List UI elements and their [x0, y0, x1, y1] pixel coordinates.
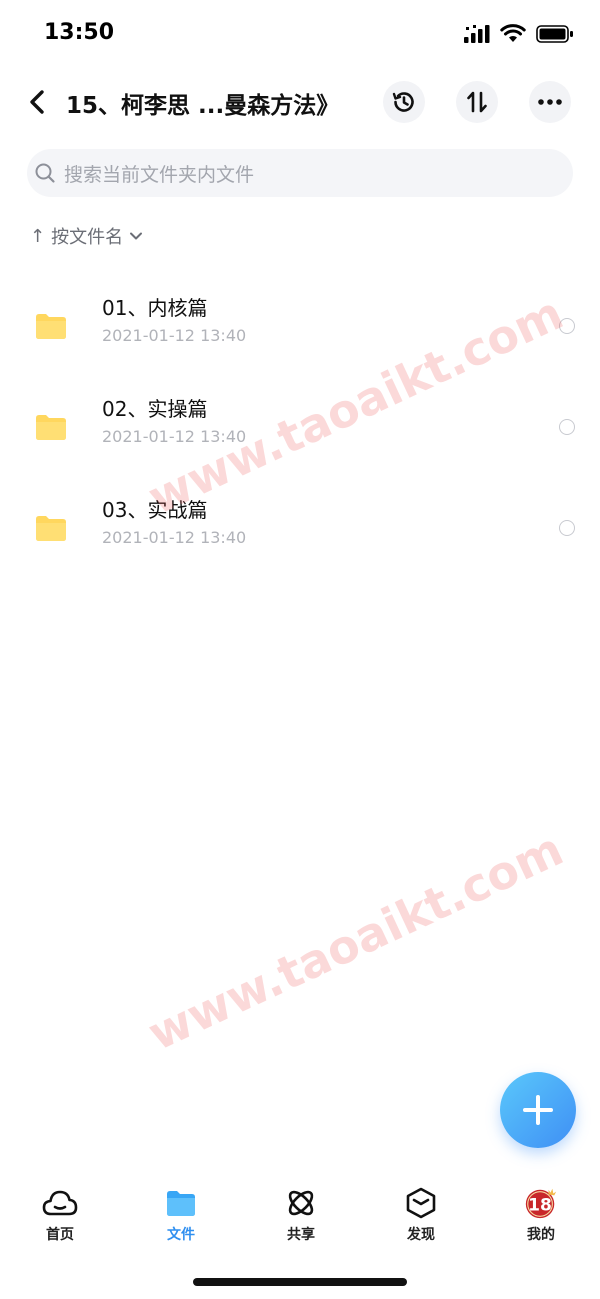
- cellular-signal-icon: [464, 25, 490, 43]
- page-title: 15、柯李思 ...曼森方法》: [66, 93, 340, 119]
- history-icon: [392, 92, 414, 112]
- nav-item-home[interactable]: 首页: [20, 1186, 100, 1250]
- select-checkbox[interactable]: [559, 318, 575, 334]
- search-input[interactable]: 搜索当前文件夹内文件: [27, 149, 573, 197]
- list-item[interactable]: 01、内核篇 2021-01-12 13:40: [0, 280, 600, 370]
- nav-label: 文件: [167, 1227, 195, 1243]
- file-date: 2021-01-12 13:40: [102, 427, 247, 446]
- nav-label: 发现: [407, 1227, 435, 1243]
- nav-label: 首页: [46, 1227, 74, 1243]
- battery-icon: [536, 25, 573, 43]
- file-date: 2021-01-12 13:40: [102, 326, 247, 345]
- chevron-down-icon: [130, 232, 143, 240]
- status-icons: [464, 24, 574, 44]
- nav-label: 共享: [287, 1227, 315, 1243]
- avatar-text: 18: [528, 1196, 552, 1216]
- folder-icon: [36, 516, 66, 541]
- folder-icon: [36, 314, 66, 339]
- nav-item-me[interactable]: 18 我的: [501, 1186, 581, 1250]
- search-placeholder: 搜索当前文件夹内文件: [64, 163, 255, 186]
- add-button[interactable]: [500, 1072, 576, 1148]
- file-name: 01、内核篇: [102, 296, 208, 320]
- wifi-icon: [500, 24, 526, 42]
- folder-icon: [163, 1186, 199, 1220]
- search-icon: [32, 160, 58, 186]
- chevron-left-icon: [30, 90, 44, 114]
- sort-arrows-icon: [467, 91, 487, 113]
- nav-item-share[interactable]: 共享: [261, 1186, 341, 1250]
- file-name: 03、实战篇: [102, 498, 208, 522]
- history-button[interactable]: [383, 81, 425, 123]
- folder-icon: [36, 415, 66, 440]
- file-name: 02、实操篇: [102, 397, 208, 421]
- watermark: www.taoaikt.com: [140, 821, 571, 1061]
- sort-toggle-button[interactable]: [456, 81, 498, 123]
- sort-direction-icon: ↑: [30, 225, 46, 247]
- home-indicator[interactable]: [193, 1278, 407, 1286]
- more-horizontal-icon: [538, 99, 562, 105]
- bottom-nav: 首页 文件 共享 发现 18 我的: [0, 1178, 600, 1258]
- cloud-face-icon: [42, 1186, 78, 1220]
- avatar: 18: [523, 1186, 559, 1220]
- nav-label: 我的: [527, 1227, 555, 1243]
- select-checkbox[interactable]: [559, 419, 575, 435]
- nav-item-files[interactable]: 文件: [141, 1186, 221, 1250]
- sort-label: 按文件名: [51, 227, 124, 248]
- cube-icon: [403, 1186, 439, 1220]
- file-date: 2021-01-12 13:40: [102, 528, 247, 547]
- status-bar: 13:50: [0, 0, 600, 72]
- plus-icon: [523, 1095, 553, 1125]
- status-time: 13:50: [44, 20, 115, 45]
- select-checkbox[interactable]: [559, 520, 575, 536]
- header: 15、柯李思 ...曼森方法》: [0, 74, 600, 130]
- more-button[interactable]: [529, 81, 571, 123]
- atom-icon: [283, 1186, 319, 1220]
- sort-selector[interactable]: ↑ 按文件名: [30, 222, 143, 250]
- list-item[interactable]: 03、实战篇 2021-01-12 13:40: [0, 482, 600, 572]
- back-button[interactable]: [22, 84, 52, 120]
- list-item[interactable]: 02、实操篇 2021-01-12 13:40: [0, 381, 600, 471]
- nav-item-discover[interactable]: 发现: [381, 1186, 461, 1250]
